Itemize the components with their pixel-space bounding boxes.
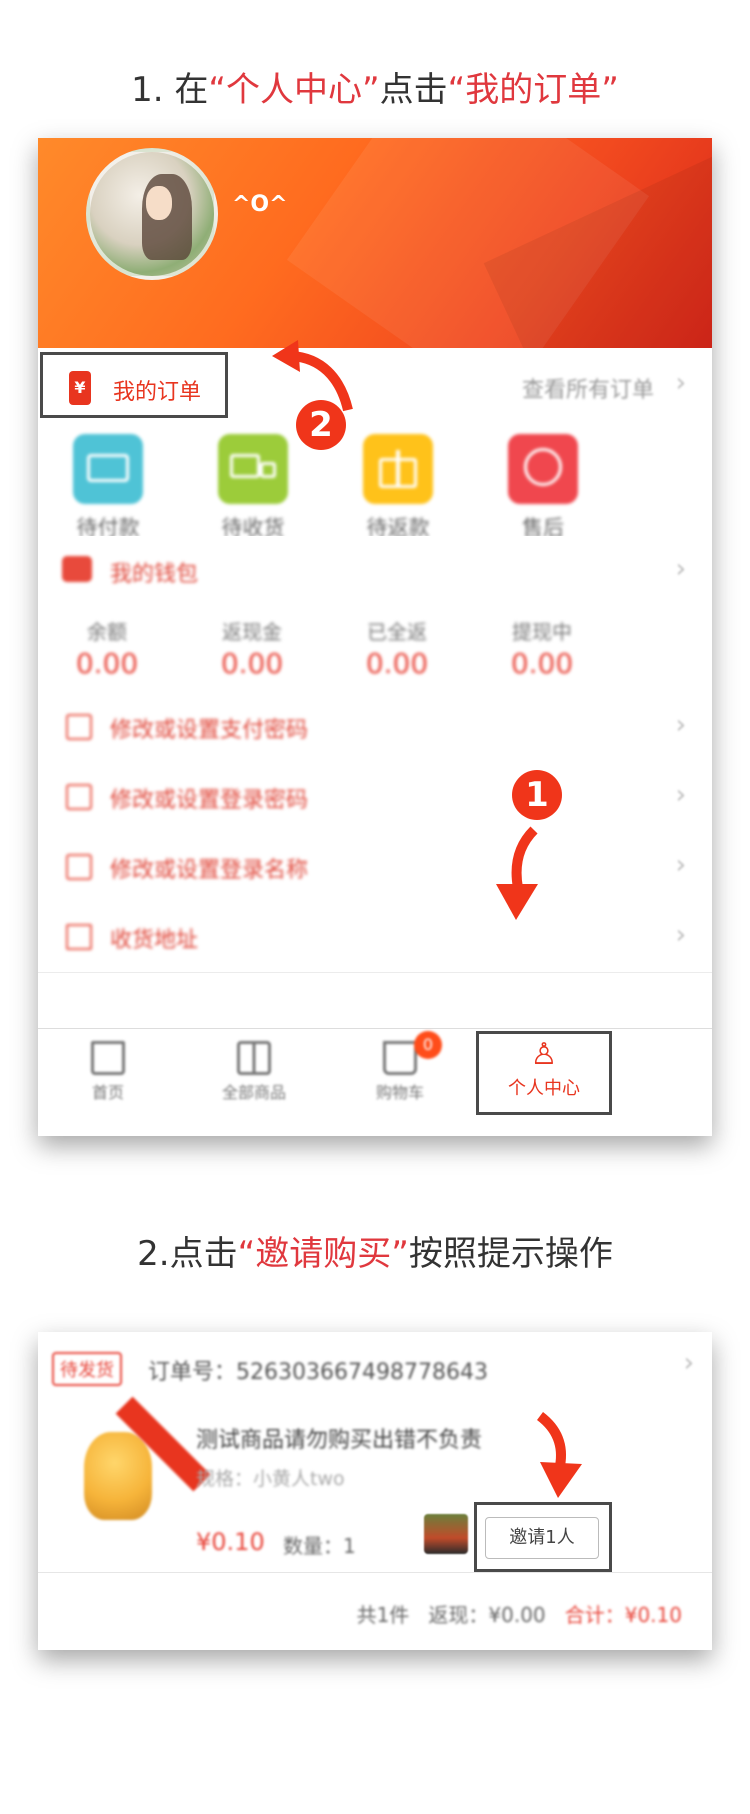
- order-item: 测试商品请勿购买出错不负责 规格：小黄人two ¥0.10 数量：1 邀请1人: [38, 1396, 712, 1572]
- arrow-to-personal-center-icon: [496, 826, 538, 920]
- invite-button[interactable]: 邀请1人: [485, 1517, 599, 1559]
- product-thumbnail[interactable]: [84, 1432, 152, 1520]
- set-payment-password-row[interactable]: 修改或设置支付密码 ›: [38, 692, 712, 763]
- withdrawing-item[interactable]: 提现中 0.00: [477, 616, 607, 680]
- product-price: ¥0.10: [196, 1528, 265, 1556]
- balance-row: 余额 0.00 返现金 0.00 已全返 0.00 提现中 0.00: [38, 606, 712, 693]
- address-icon: [66, 924, 92, 950]
- chevron-right-icon: ›: [675, 710, 686, 740]
- product-quantity: 数量：1: [283, 1534, 356, 1558]
- set-login-name-row[interactable]: 修改或设置登录名称 ›: [38, 832, 712, 903]
- summary-text: 共1件 返现：¥0.00 合计：¥0.10: [356, 1603, 682, 1627]
- step1-mid: 点击: [379, 70, 448, 110]
- my-orders-row[interactable]: ¥ 我的订单 查看所有订单 ›: [38, 348, 712, 427]
- cart-icon: [383, 1041, 417, 1075]
- wallet-icon: [62, 556, 92, 582]
- shipping-address-row[interactable]: 收货地址 ›: [38, 902, 712, 973]
- cart-badge: 0: [414, 1031, 442, 1059]
- bottom-tab-bar: 首页 全部商品 0 购物车 ♙ 个人中心: [38, 1028, 712, 1135]
- fully-returned-item[interactable]: 已全返 0.00: [332, 616, 462, 680]
- home-icon: [91, 1041, 125, 1075]
- person-icon: ♙: [530, 1037, 558, 1072]
- edit-icon: [66, 714, 92, 740]
- chevron-right-icon: ›: [675, 780, 686, 810]
- order-number: 订单号：526303667498778643: [148, 1360, 488, 1385]
- edit-icon: [66, 784, 92, 810]
- order-detail-screenshot: 待发货 订单号：526303667498778643 › 测试商品请勿购买出错不…: [38, 1332, 712, 1650]
- grid-icon: [237, 1041, 271, 1075]
- step-marker-1: 1: [512, 770, 562, 820]
- view-all-orders-link[interactable]: 查看所有订单: [522, 372, 654, 404]
- order-status-row: 待付款 待收货 待返款 售后: [38, 426, 712, 540]
- profile-header: ^O^: [38, 138, 712, 463]
- card-icon: [73, 434, 143, 504]
- avatar[interactable]: [86, 148, 218, 280]
- chevron-right-icon: ›: [675, 920, 686, 950]
- tab-all-products[interactable]: 全部商品: [184, 1035, 324, 1103]
- game-avatar-icon: [424, 1514, 468, 1554]
- status-after-sales[interactable]: 售后: [483, 434, 603, 542]
- chevron-right-icon: ›: [675, 368, 686, 398]
- step2-prefix: 2.点击: [137, 1234, 238, 1274]
- chevron-right-icon: ›: [683, 1348, 694, 1378]
- arrow-to-invite-icon: [536, 1412, 582, 1498]
- step1-title: 1. 在“个人中心”点击“我的订单”: [0, 62, 750, 111]
- cashback-item[interactable]: 返现金 0.00: [187, 616, 317, 680]
- my-orders-highlight[interactable]: ¥ 我的订单: [40, 352, 228, 418]
- tab-personal-center-label: 个人中心: [508, 1078, 580, 1099]
- tab-personal-center[interactable]: ♙ 个人中心: [476, 1031, 612, 1115]
- step1-target2: “我的订单”: [447, 70, 619, 110]
- step2-suffix: 按照提示操作: [408, 1234, 613, 1274]
- status-awaiting-delivery[interactable]: 待收货: [193, 434, 313, 542]
- headset-icon: [508, 434, 578, 504]
- status-awaiting-refund[interactable]: 待返款: [338, 434, 458, 542]
- my-wallet-label: 我的钱包: [110, 562, 199, 587]
- my-orders-label[interactable]: 我的订单: [113, 374, 201, 406]
- product-spec: 规格：小黄人two: [196, 1468, 345, 1490]
- tab-cart[interactable]: 0 购物车: [330, 1031, 470, 1103]
- step2-title: 2.点击“邀请购买”按照提示操作: [0, 1226, 750, 1275]
- tab-home[interactable]: 首页: [38, 1035, 178, 1103]
- my-wallet-row[interactable]: 我的钱包 ›: [38, 536, 712, 607]
- edit-icon: [66, 854, 92, 880]
- arrow-to-my-orders-icon: [272, 340, 353, 412]
- phone-icon: ¥: [69, 371, 91, 405]
- order-header[interactable]: 待发货 订单号：526303667498778643 ›: [38, 1332, 712, 1403]
- invite-highlight: 邀请1人: [474, 1502, 612, 1572]
- order-summary: 共1件 返现：¥0.00 合计：¥0.10: [38, 1572, 712, 1650]
- step2-target: “邀请购买”: [237, 1234, 409, 1274]
- username: ^O^: [232, 192, 288, 217]
- step1-target1: “个人中心”: [208, 70, 380, 110]
- set-login-password-row[interactable]: 修改或设置登录密码 ›: [38, 762, 712, 833]
- gift-icon: [363, 434, 433, 504]
- status-badge: 待发货: [52, 1352, 122, 1386]
- balance-item[interactable]: 余额 0.00: [42, 616, 172, 680]
- chevron-right-icon: ›: [675, 554, 686, 584]
- personal-center-screenshot: ^O^ ¥ 我的订单 查看所有订单 › 待付款 待收货 待返款 售后 我的钱包 …: [38, 138, 712, 1136]
- product-name[interactable]: 测试商品请勿购买出错不负责: [196, 1422, 482, 1454]
- chevron-right-icon: ›: [675, 850, 686, 880]
- status-pending-payment[interactable]: 待付款: [48, 434, 168, 542]
- truck-icon: [218, 434, 288, 504]
- step1-prefix: 1. 在: [131, 70, 209, 110]
